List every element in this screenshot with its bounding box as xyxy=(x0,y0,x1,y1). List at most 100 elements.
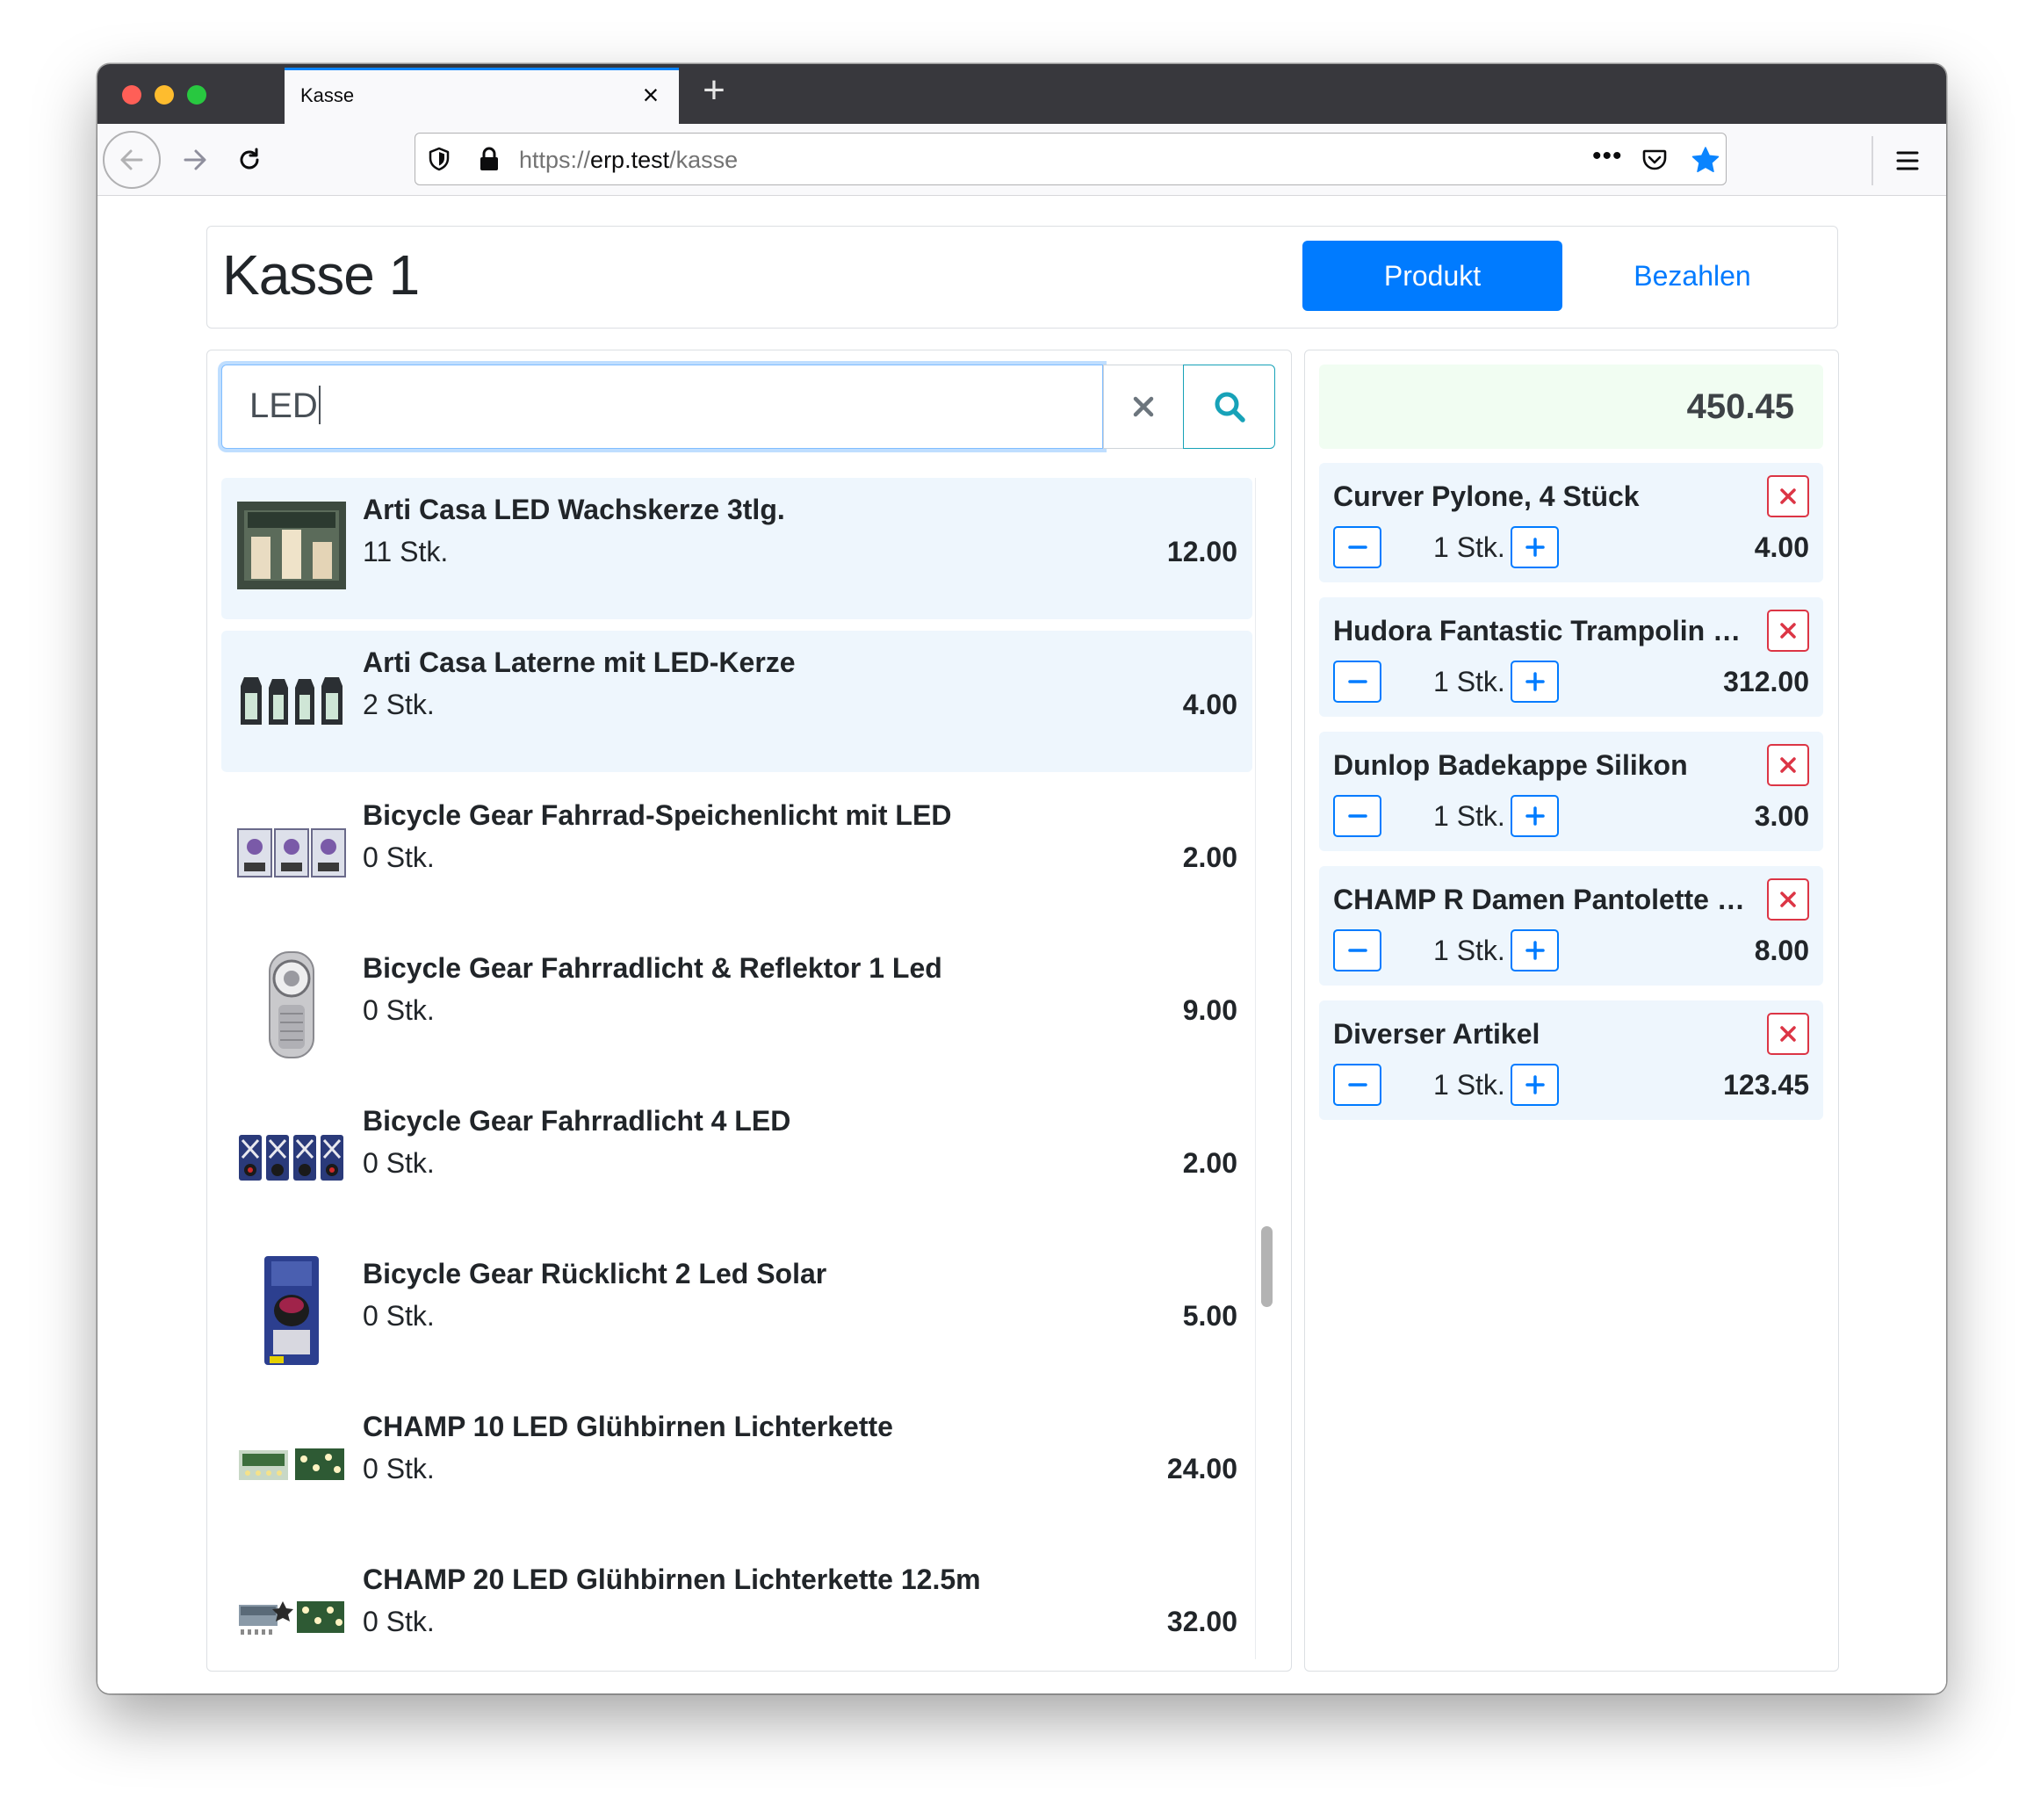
close-icon xyxy=(1780,757,1796,773)
decrease-quantity-button[interactable] xyxy=(1333,795,1381,837)
hamburger-menu-icon[interactable] xyxy=(1892,145,1923,177)
product-stock: 0 Stk. xyxy=(363,1147,435,1179)
arrow-left-icon xyxy=(120,149,143,170)
search-value: LED xyxy=(249,386,318,425)
close-icon xyxy=(1780,623,1796,639)
product-name: Arti Casa Laterne mit LED-Kerze xyxy=(363,646,796,678)
url-text[interactable]: https://erp.test/kasse xyxy=(519,147,738,174)
close-window-button[interactable] xyxy=(122,85,141,105)
product-item[interactable]: CHAMP 20 LED Glühbirnen Lichterkette 12.… xyxy=(221,1548,1252,1659)
tab-produkt[interactable]: Produkt xyxy=(1302,241,1562,311)
remove-item-button[interactable] xyxy=(1767,878,1809,921)
minus-icon xyxy=(1347,545,1367,549)
product-name: CHAMP 10 LED Glühbirnen Lichterkette xyxy=(363,1411,893,1442)
product-item[interactable]: Arti Casa Laterne mit LED-Kerze 2 Stk. 4… xyxy=(221,631,1252,772)
spoke-lights-thumbnail xyxy=(235,796,348,908)
cart-item-quantity: 1 Stk. xyxy=(1433,666,1505,697)
product-list-scrollbar[interactable] xyxy=(1255,478,1276,1659)
increase-quantity-button[interactable] xyxy=(1511,929,1559,971)
string-lights-thumbnail xyxy=(235,1407,348,1520)
url-bar[interactable]: https://erp.test/kasse ••• xyxy=(415,133,1727,185)
scrollbar-thumb[interactable] xyxy=(1261,1226,1273,1307)
product-item[interactable]: CHAMP 10 LED Glühbirnen Lichterkette 0 S… xyxy=(221,1395,1252,1536)
minus-icon xyxy=(1347,680,1367,683)
search-button[interactable] xyxy=(1183,365,1275,449)
increase-quantity-button[interactable] xyxy=(1511,1064,1559,1106)
product-item[interactable]: Bicycle Gear Fahrradlicht & Reflektor 1 … xyxy=(221,936,1252,1078)
remove-item-button[interactable] xyxy=(1767,610,1809,652)
product-stock: 0 Stk. xyxy=(363,1453,435,1484)
minimize-window-button[interactable] xyxy=(155,85,174,105)
cart-item: CHAMP R Damen Pantolette (... 1 Stk. 8.0… xyxy=(1319,866,1823,986)
minus-icon xyxy=(1347,949,1367,952)
remove-item-button[interactable] xyxy=(1767,744,1809,786)
maximize-window-button[interactable] xyxy=(187,85,206,105)
url-host: erp.test xyxy=(590,147,670,173)
browser-window: Kasse × + https://erp.test/kasse ••• Kas… xyxy=(97,64,1946,1694)
product-stock: 0 Stk. xyxy=(363,1606,435,1637)
cart-item: Hudora Fantastic Trampolin 3... 1 Stk. 3… xyxy=(1319,597,1823,717)
tab-title: Kasse xyxy=(300,84,355,106)
url-path: /kasse xyxy=(669,147,739,173)
rear-light-thumbnail xyxy=(235,1254,348,1367)
increase-quantity-button[interactable] xyxy=(1511,795,1559,837)
remove-item-button[interactable] xyxy=(1767,475,1809,517)
tab-bezahlen[interactable]: Bezahlen xyxy=(1562,241,1822,311)
product-item[interactable]: Bicycle Gear Fahrradlicht 4 LED 0 Stk. 2… xyxy=(221,1089,1252,1231)
page-title: Kasse 1 xyxy=(222,243,420,307)
product-panel: LED Arti Casa LED Wachskerze 3tlg. 11 St… xyxy=(206,350,1292,1672)
product-stock: 0 Stk. xyxy=(363,994,435,1026)
product-item[interactable]: Bicycle Gear Rücklicht 2 Led Solar 0 Stk… xyxy=(221,1242,1252,1383)
product-item[interactable]: Bicycle Gear Fahrrad-Speichenlicht mit L… xyxy=(221,784,1252,925)
product-stock: 2 Stk. xyxy=(363,689,435,720)
plus-icon xyxy=(1525,672,1545,691)
new-tab-button[interactable]: + xyxy=(695,71,733,112)
text-caret xyxy=(318,386,321,425)
increase-quantity-button[interactable] xyxy=(1511,526,1559,568)
product-stock: 0 Stk. xyxy=(363,841,435,873)
product-price: 32.00 xyxy=(1166,1606,1237,1637)
increase-quantity-button[interactable] xyxy=(1511,661,1559,703)
reload-button[interactable] xyxy=(220,131,278,189)
tracking-shield-icon[interactable] xyxy=(426,146,452,172)
product-price: 9.00 xyxy=(1182,994,1237,1026)
tab-close-icon[interactable]: × xyxy=(637,81,665,110)
url-scheme: https:// xyxy=(519,147,591,173)
cart-item-name: Diverser Artikel xyxy=(1333,1018,1540,1050)
cart-item-quantity: 1 Stk. xyxy=(1433,1069,1505,1101)
clear-search-button[interactable] xyxy=(1103,365,1184,449)
browser-tab[interactable]: Kasse × xyxy=(285,68,679,124)
close-icon xyxy=(1780,488,1796,504)
decrease-quantity-button[interactable] xyxy=(1333,929,1381,971)
forward-button[interactable] xyxy=(166,131,224,189)
bookmark-star-icon[interactable] xyxy=(1691,145,1720,175)
header-card: Kasse 1 Produkt Bezahlen xyxy=(206,226,1838,329)
remove-item-button[interactable] xyxy=(1767,1013,1809,1055)
decrease-quantity-button[interactable] xyxy=(1333,661,1381,703)
product-item[interactable]: Arti Casa LED Wachskerze 3tlg. 11 Stk. 1… xyxy=(221,478,1252,619)
arrow-right-icon xyxy=(184,149,206,170)
decrease-quantity-button[interactable] xyxy=(1333,1064,1381,1106)
pocket-icon[interactable] xyxy=(1641,146,1669,174)
minus-icon xyxy=(1347,814,1367,818)
cart-item-price: 123.45 xyxy=(1723,1069,1809,1101)
string-lights-thumbnail xyxy=(235,1560,348,1659)
plus-icon xyxy=(1525,806,1545,826)
page-actions-icon[interactable]: ••• xyxy=(1592,141,1623,172)
decrease-quantity-button[interactable] xyxy=(1333,526,1381,568)
cart-item-quantity: 1 Stk. xyxy=(1433,800,1505,832)
close-icon xyxy=(1133,396,1154,417)
back-button[interactable] xyxy=(103,131,161,189)
product-price: 2.00 xyxy=(1182,841,1237,873)
search-input[interactable]: LED xyxy=(221,365,1103,449)
cart-item-price: 8.00 xyxy=(1754,935,1809,966)
lock-icon[interactable] xyxy=(477,146,501,172)
cart-item: Diverser Artikel 1 Stk. 123.45 xyxy=(1319,1000,1823,1120)
plus-icon xyxy=(1525,538,1545,557)
reload-icon xyxy=(240,148,259,170)
cart-item: Dunlop Badekappe Silikon 1 Stk. 3.00 xyxy=(1319,732,1823,851)
cart-list: Curver Pylone, 4 Stück 1 Stk. 4.00 Hudor… xyxy=(1319,463,1823,1135)
product-price: 2.00 xyxy=(1182,1147,1237,1179)
cart-item: Curver Pylone, 4 Stück 1 Stk. 4.00 xyxy=(1319,463,1823,582)
cart-item-name: Dunlop Badekappe Silikon xyxy=(1333,749,1688,781)
